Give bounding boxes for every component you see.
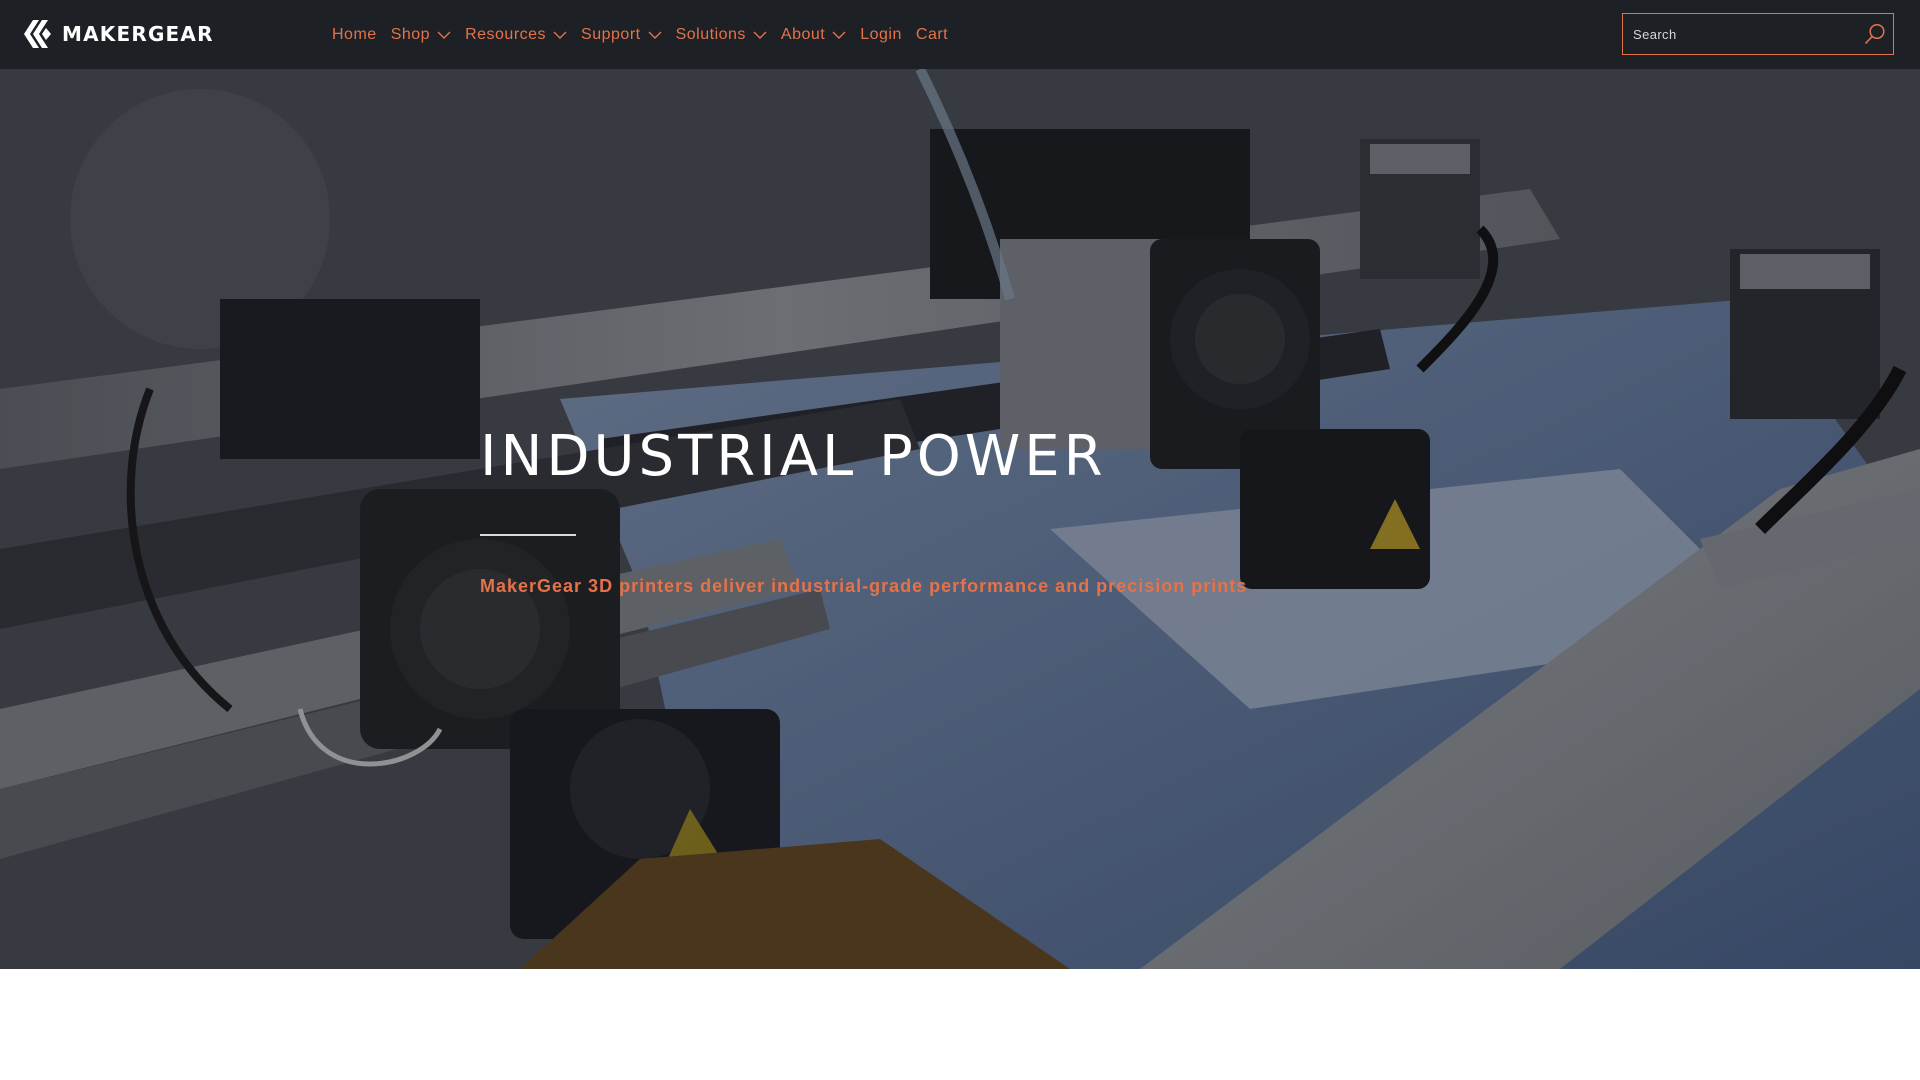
chevron-down-icon — [648, 31, 662, 39]
main-nav: Home Shop Resources Support Solutions Ab… — [332, 0, 962, 69]
nav-item-support[interactable]: Support — [581, 26, 662, 44]
nav-item-label: About — [780, 25, 826, 43]
nav-item-label: Shop — [390, 25, 431, 43]
search-icon — [1864, 23, 1885, 45]
chevron-down-icon — [832, 31, 846, 39]
chevron-down-icon — [753, 31, 767, 39]
site-logo[interactable]: MAKERGEAR — [20, 18, 214, 50]
nav-item-login[interactable]: Login — [860, 26, 902, 44]
nav-item-label: Cart — [915, 25, 949, 43]
nav-item-shop[interactable]: Shop — [391, 26, 451, 44]
nav-item-home[interactable]: Home — [332, 26, 377, 44]
nav-item-resources[interactable]: Resources — [465, 26, 567, 44]
makergear-logo-icon — [24, 20, 51, 48]
search-box — [1622, 13, 1894, 55]
brand-name: MAKERGEAR — [62, 22, 214, 46]
hero-banner: INDUSTRIAL POWER MakerGear 3D printers d… — [0, 69, 1920, 969]
search-button[interactable] — [1857, 14, 1893, 54]
chevron-down-icon — [437, 31, 451, 39]
nav-item-label: Home — [332, 25, 377, 43]
content-area — [0, 969, 1920, 1080]
chevron-down-icon — [553, 31, 567, 39]
nav-item-label: Support — [581, 25, 641, 43]
site-header: MAKERGEAR Home Shop Resources Support So… — [0, 0, 1920, 69]
nav-item-label: Resources — [465, 25, 547, 43]
hero-divider — [480, 534, 576, 536]
nav-item-cart[interactable]: Cart — [916, 26, 948, 44]
hero-overlay — [0, 69, 1920, 969]
nav-item-solutions[interactable]: Solutions — [676, 26, 767, 44]
nav-item-label: Login — [860, 25, 902, 43]
hero-subtitle: MakerGear 3D printers deliver industrial… — [480, 576, 1248, 596]
hero-title: INDUSTRIAL POWER — [480, 424, 1107, 489]
nav-item-about[interactable]: About — [781, 26, 846, 44]
nav-item-label: Solutions — [675, 25, 746, 43]
search-input[interactable] — [1623, 14, 1857, 54]
